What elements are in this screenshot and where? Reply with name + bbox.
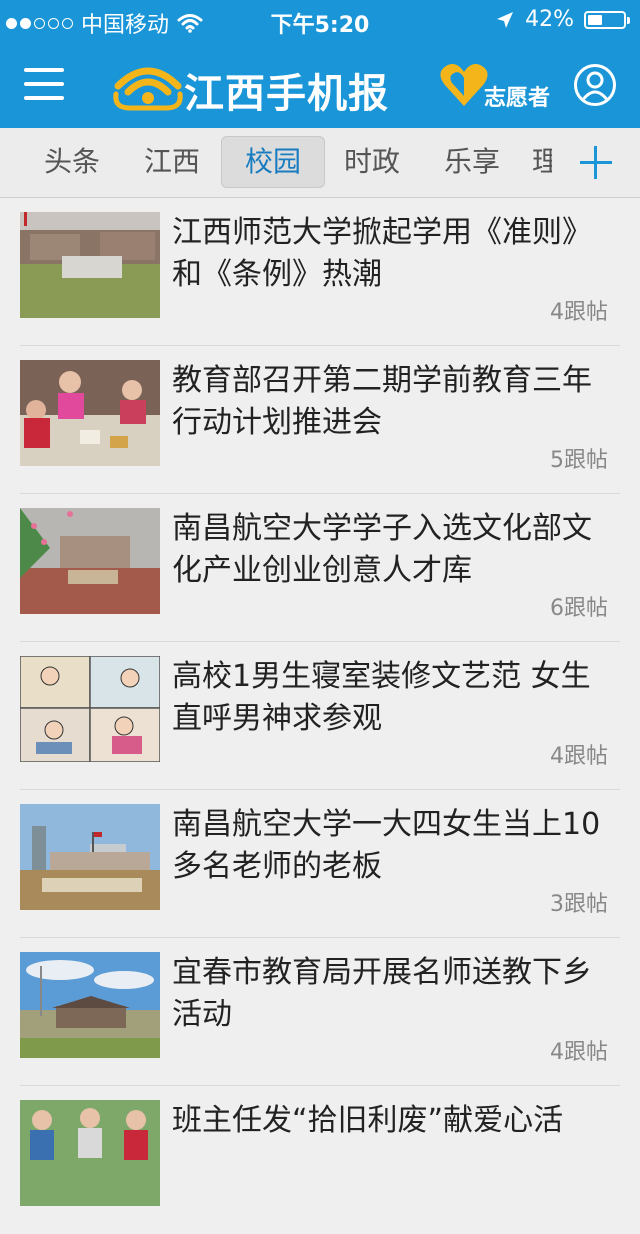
logo-text: 江西手机报 [184,71,389,117]
list-item[interactable]: 南昌航空大学学子入选文化部文化产业创业创意人才库 6跟帖 [0,494,640,642]
article-title: 南昌航空大学学子入选文化部文化产业创业创意人才库 [172,511,592,588]
menu-icon-bar [24,68,64,72]
comment-count: 3跟帖 [550,892,608,917]
tab-shizheng[interactable]: 时政 [328,136,416,188]
battery-fill [588,14,602,25]
app-logo: 江西手机报 [110,54,400,117]
list-item[interactable]: 南昌航空大学一大四女生当上10多名老师的老板 3跟帖 [0,790,640,938]
tab-toutiao[interactable]: 头条 [28,136,116,188]
article-title: 南昌航空大学一大四女生当上10多名老师的老板 [172,807,601,884]
article-thumbnail [20,508,160,614]
tab-xiaoyuan[interactable]: 校园 [221,136,325,188]
location-arrow-icon [497,11,514,28]
volunteer-label: 志愿者 [484,86,551,111]
article-thumbnail [20,212,160,318]
plus-icon [594,146,597,179]
article-title: 宜春市教育局开展名师送教下乡活动 [172,955,592,1032]
comment-count: 4跟帖 [550,300,608,325]
article-title: 教育部召开第二期学前教育三年行动计划推进会 [172,363,592,440]
nav-bar: 江西手机报 志愿者 [0,40,640,128]
article-title: 江西师范大学掀起学用《准则》和《条例》热潮 [172,215,592,292]
menu-icon-bar [24,96,64,100]
list-item[interactable]: 宜春市教育局开展名师送教下乡活动 4跟帖 [0,938,640,1086]
article-thumbnail [20,952,160,1058]
battery-percent: 42% [525,7,574,32]
comment-count: 5跟帖 [550,448,608,473]
user-profile-button[interactable] [574,64,616,106]
comment-count: 6跟帖 [550,596,608,621]
user-avatar-icon [580,71,610,102]
logo-wifi-cloud-icon [113,67,183,111]
tab-lexiang[interactable]: 乐享 [428,136,516,188]
article-thumbnail [20,1100,160,1206]
app-header: 中国移动 下午5:20 42% 江西手机报 志愿者 [0,0,640,128]
article-thumbnail [20,360,160,466]
article-list: 江西师范大学掀起学用《准则》和《条例》热潮 4跟帖 教育部召开第二期学前教育三年… [0,198,640,1234]
list-item[interactable]: 班主任发“拾旧利废”献爱心活 [0,1086,640,1234]
comment-count: 4跟帖 [550,1040,608,1065]
menu-button[interactable] [24,68,64,100]
add-channel-button[interactable] [552,128,640,197]
volunteer-button[interactable]: 志愿者 [436,56,556,114]
list-item[interactable]: 高校1男生寝室装修文艺范 女生直呼男神求参观 4跟帖 [0,642,640,790]
comment-count: 4跟帖 [550,744,608,769]
menu-icon-bar [24,82,64,86]
list-item[interactable]: 江西师范大学掀起学用《准则》和《条例》热潮 4跟帖 [0,198,640,346]
tab-jiangxi[interactable]: 江西 [128,136,216,188]
article-thumbnail [20,804,160,910]
article-thumbnail [20,656,160,762]
status-bar: 中国移动 下午5:20 42% [0,0,640,40]
article-title: 高校1男生寝室装修文艺范 女生直呼男神求参观 [172,659,591,736]
battery-icon [584,10,630,29]
status-right: 42% [495,7,630,32]
category-tabs: 头条 江西 校园 时政 乐享 理 [0,128,640,198]
list-item[interactable]: 教育部召开第二期学前教育三年行动计划推进会 5跟帖 [0,346,640,494]
